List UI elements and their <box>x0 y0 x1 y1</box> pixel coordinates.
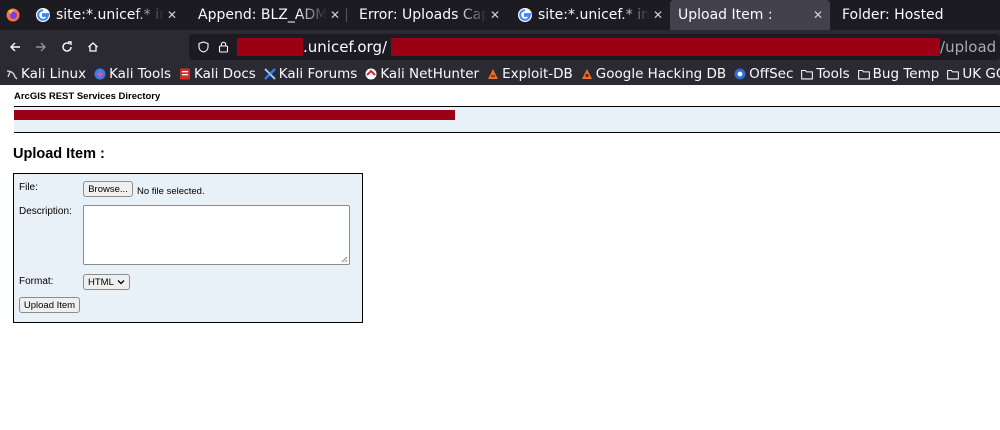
bookmark-label: Tools <box>816 66 850 82</box>
tab-bar: site:*.unicef.* inurl: ✕ Append: BLZ_ADM… <box>0 0 1000 30</box>
close-icon[interactable]: ✕ <box>164 8 180 22</box>
bookmark-google-hacking-db[interactable]: Google Hacking DB <box>581 66 726 82</box>
firefox-menu-button[interactable] <box>0 0 26 30</box>
tab-google-search-2[interactable]: site:*.unicef.* inurl: ✕ <box>507 0 670 30</box>
redacted-path <box>391 38 941 56</box>
bookmark-label: Kali Linux <box>21 66 87 82</box>
format-select[interactable]: HTML <box>83 274 130 290</box>
bookmark-offsec[interactable]: OffSec <box>734 66 793 82</box>
bookmark-label: Kali Docs <box>194 66 256 82</box>
bookmark-label: Exploit-DB <box>502 66 573 82</box>
ghdb-icon <box>581 68 593 80</box>
firefox-icon <box>6 8 20 22</box>
nethunter-icon <box>365 68 377 80</box>
file-status-text: No file selected. <box>137 186 205 197</box>
bookmark-label: OffSec <box>749 66 794 82</box>
bookmark-kali-forums[interactable]: Kali Forums <box>263 66 358 82</box>
bookmark-kali-docs[interactable]: Kali Docs <box>179 66 256 82</box>
format-label: Format: <box>19 276 54 287</box>
navigation-toolbar: .unicef.org/ /upload <box>0 30 1000 63</box>
breadcrumb <box>14 107 1000 132</box>
bookmark-kali-tools[interactable]: Kali Tools <box>94 66 171 82</box>
reload-icon <box>62 40 72 52</box>
lock-icon[interactable] <box>213 41 233 53</box>
description-textarea[interactable] <box>83 205 350 265</box>
file-label: File: <box>19 182 38 193</box>
bookmark-label: Kali Forums <box>278 66 358 82</box>
folder-icon <box>801 68 814 80</box>
reload-button[interactable] <box>54 34 80 60</box>
bookmarks-toolbar: Kali Linux Kali Tools Kali Docs Kali For… <box>0 63 1000 85</box>
tab-google-search-1[interactable]: site:*.unicef.* inurl: ✕ <box>26 0 184 30</box>
upload-item-form: File: Browse... No file selected. Descri… <box>13 173 363 323</box>
kali-forums-icon <box>263 68 276 80</box>
bookmark-kali-nethunter[interactable]: Kali NetHunter <box>365 66 479 82</box>
close-icon[interactable]: ✕ <box>327 8 343 22</box>
bookmark-label: Google Hacking DB <box>595 66 727 82</box>
home-icon <box>88 41 98 52</box>
kali-dragon-icon <box>6 68 18 80</box>
shield-icon[interactable] <box>193 41 213 53</box>
kali-docs-icon <box>179 68 191 80</box>
description-label: Description: <box>19 206 72 217</box>
chevron-down-icon <box>117 280 125 285</box>
bookmark-folder-uk-gov[interactable]: UK GOV <box>947 66 1000 82</box>
page-content: ArcGIS REST Services Directory Upload It… <box>0 85 1000 430</box>
redacted-breadcrumb <box>14 110 455 120</box>
bookmark-label: Kali Tools <box>109 66 171 82</box>
breadcrumb-divider <box>14 132 1000 133</box>
bookmark-folder-tools[interactable]: Tools <box>801 66 850 82</box>
bookmark-folder-bug-temp[interactable]: Bug Temp <box>857 66 940 82</box>
arrow-left-icon <box>10 42 20 51</box>
bookmark-exploit-db[interactable]: Exploit-DB <box>487 66 573 82</box>
page-title: Upload Item : <box>13 146 105 162</box>
tab-folder-hosted[interactable]: Folder: Hosted <box>830 0 980 30</box>
url-host: .unicef.org/ <box>303 38 388 56</box>
bookmark-label: UK GOV <box>962 66 1000 82</box>
exploit-db-icon <box>487 68 499 80</box>
google-icon <box>36 8 50 22</box>
close-icon[interactable]: ✕ <box>650 8 666 22</box>
tab-upload-item[interactable]: Upload Item : ✕ <box>670 0 830 30</box>
kali-tools-icon <box>94 68 106 80</box>
tab-append-blz[interactable]: Append: BLZ_ADM0 (I ✕ <box>184 0 347 30</box>
tab-uploads-error[interactable]: Error: Uploads Capabili ✕ <box>347 0 507 30</box>
bookmark-label: Bug Temp <box>872 66 940 82</box>
redacted-subdomain <box>237 38 303 56</box>
bookmark-label: Kali NetHunter <box>380 66 480 82</box>
google-icon <box>518 8 532 22</box>
upload-item-button[interactable]: Upload Item <box>19 297 80 313</box>
directory-title: ArcGIS REST Services Directory <box>14 91 161 102</box>
offsec-icon <box>734 68 746 80</box>
url-path-end: /upload <box>940 38 997 56</box>
tab-title: Upload Item : <box>678 7 773 23</box>
folder-icon <box>857 68 870 80</box>
folder-icon <box>947 68 960 80</box>
browse-button[interactable]: Browse... <box>83 181 133 197</box>
format-selected-value: HTML <box>88 276 114 288</box>
tab-title: Folder: Hosted <box>842 7 944 23</box>
back-button[interactable] <box>2 34 28 60</box>
resize-grip-icon[interactable] <box>341 256 348 263</box>
forward-button[interactable] <box>28 34 54 60</box>
close-icon[interactable]: ✕ <box>810 8 826 22</box>
bookmark-kali-linux[interactable]: Kali Linux <box>6 66 86 82</box>
close-icon[interactable]: ✕ <box>487 8 503 22</box>
home-button[interactable] <box>80 34 106 60</box>
arrow-right-icon <box>36 42 46 51</box>
url-bar[interactable]: .unicef.org/ /upload <box>189 34 1000 60</box>
